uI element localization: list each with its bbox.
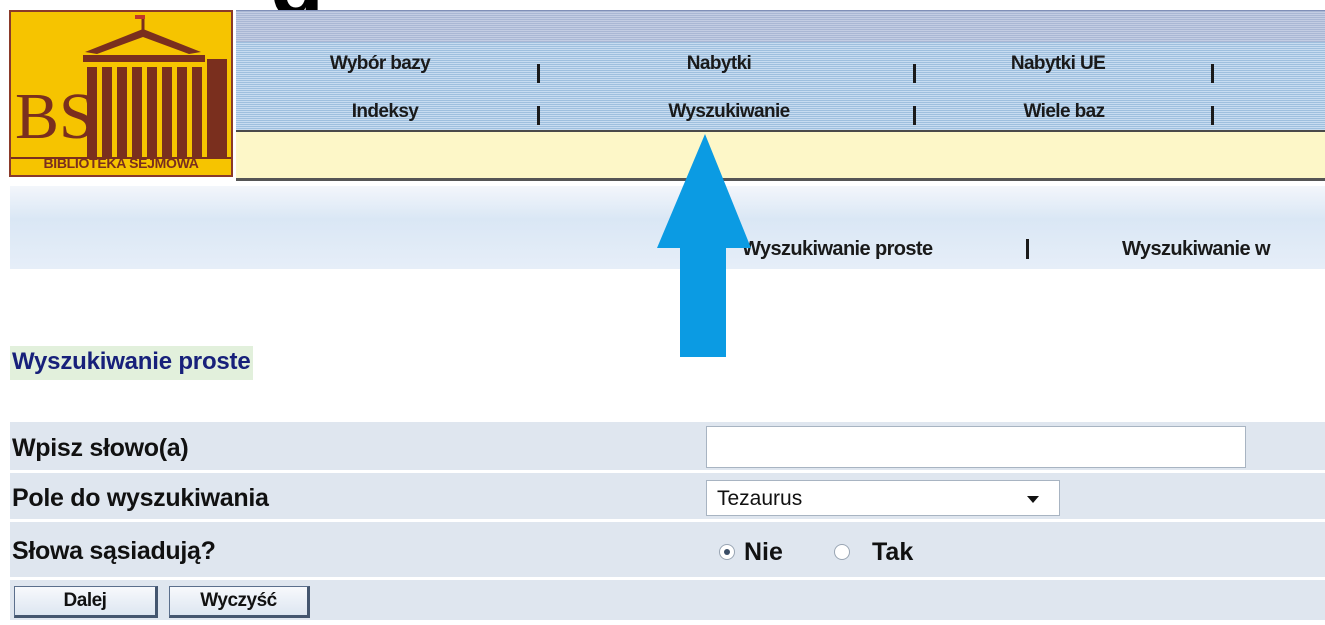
tab-simple-search[interactable]: Wyszukiwanie proste (742, 238, 933, 261)
nav-separator (537, 106, 540, 125)
header-info-band (236, 132, 1325, 181)
form-row-field: Pole do wyszukiwania (10, 473, 1325, 519)
word-field-label: Wpisz słowo(a) (12, 434, 189, 462)
nav-item-search[interactable]: Wyszukiwanie (668, 101, 790, 123)
tab-search-in[interactable]: Wyszukiwanie w (1122, 238, 1271, 261)
nav-separator (1211, 106, 1214, 125)
radio-no[interactable] (719, 544, 735, 560)
nav-separator (913, 64, 916, 83)
clear-button[interactable]: Wyczyść (169, 586, 310, 618)
nav-item-database[interactable]: Wybór bazy (330, 53, 431, 75)
submit-button[interactable]: Dalej (14, 586, 158, 618)
form-row-adjacent: Słowa sąsiadują? (10, 522, 1325, 577)
nav-item-multiple-databases[interactable]: Wiele baz (1023, 101, 1105, 123)
header-top-stripe (236, 10, 1325, 43)
radio-yes[interactable] (834, 544, 850, 560)
pointer-arrow-icon (657, 134, 751, 357)
nav-item-acquisitions-eu[interactable]: Nabytki UE (1011, 53, 1106, 75)
page-title: Wyszukiwanie proste (10, 346, 253, 380)
nav-item-indexes[interactable]: Indeksy (352, 101, 419, 123)
subnav-separator (1026, 239, 1029, 259)
nav-item-acquisitions[interactable]: Nabytki (687, 53, 752, 75)
search-words-input[interactable] (706, 426, 1246, 468)
library-logo[interactable]: BS BIBLIOTEKA SEJMOWA (9, 10, 233, 177)
search-field-label: Pole do wyszukiwania (12, 484, 269, 512)
adjacent-words-label: Słowa sąsiadują? (12, 537, 216, 565)
search-field-select[interactable]: Tezaurus (706, 480, 1060, 516)
search-field-value: Tezaurus (717, 487, 803, 510)
radio-no-label[interactable]: Nie (744, 538, 783, 567)
nav-separator (1211, 64, 1214, 83)
logo-caption: BIBLIOTEKA SEJMOWA (43, 155, 199, 171)
nav-separator (913, 106, 916, 125)
logo-building-icon: BS (11, 15, 231, 159)
logo-monogram: BS (15, 80, 96, 153)
nav-separator (537, 64, 540, 83)
radio-yes-label[interactable]: Tak (872, 538, 913, 567)
chevron-down-icon (1027, 496, 1039, 503)
